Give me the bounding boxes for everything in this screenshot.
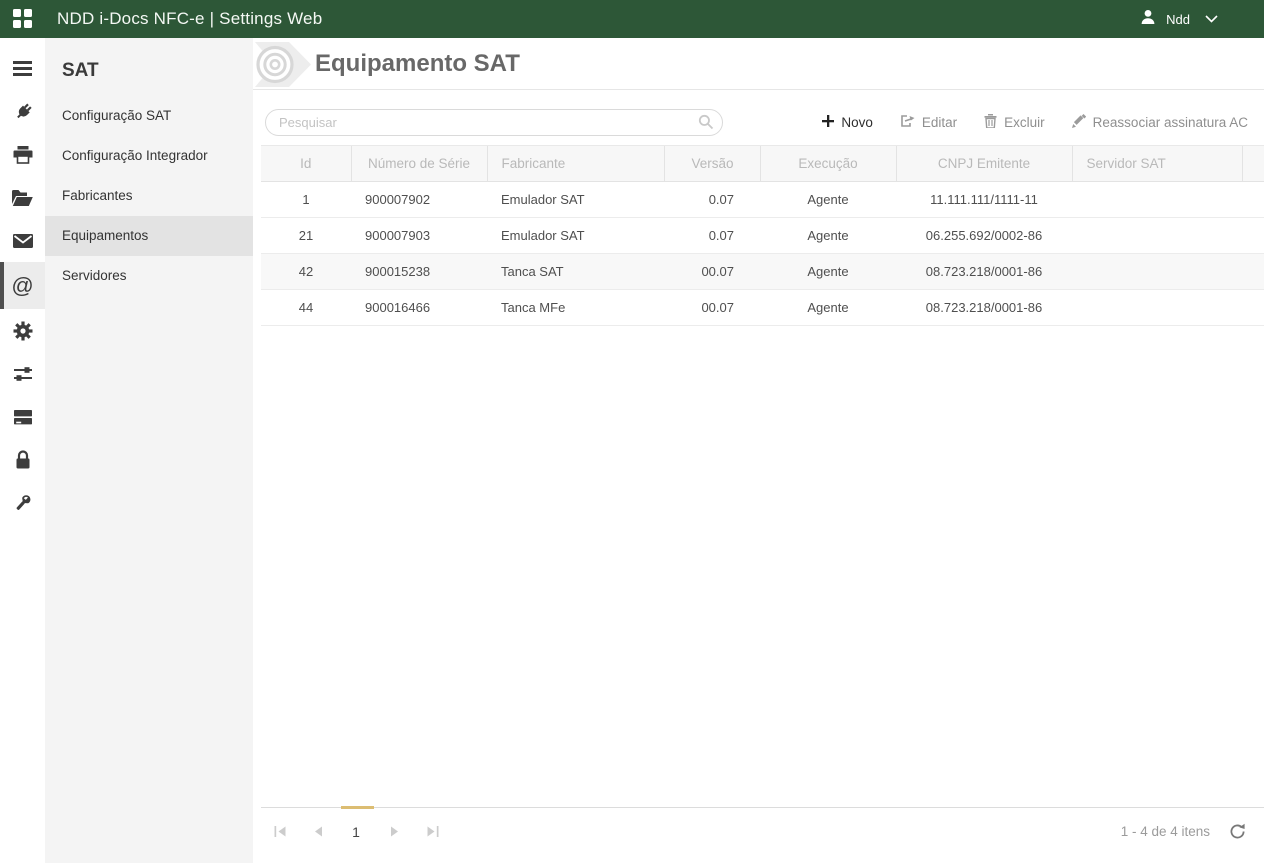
person-icon [1139, 8, 1157, 31]
current-page-indicator [341, 806, 374, 809]
sidebar-item-servidores[interactable]: Servidores [45, 256, 253, 296]
app-title: NDD i-Docs NFC-e | Settings Web [57, 9, 323, 28]
cell-numero-de-serie: 900016466 [351, 289, 487, 326]
cell-execucao: Agente [760, 217, 896, 254]
equipamentos-grid: Id Número de Série Fabricante Versão Execuçã… [261, 145, 1264, 326]
column-header-id[interactable]: Id [261, 145, 351, 182]
user-name: Ndd [1166, 11, 1190, 27]
gear-icon[interactable] [0, 309, 45, 352]
cell-servidor-sat [1072, 217, 1242, 254]
table-row[interactable]: 1 900007902 Emulador SAT 0.07 Agente 11.111.1… [261, 181, 1264, 218]
cell-numero-de-serie: 900007902 [351, 181, 487, 218]
page-header-target-icon [253, 39, 317, 95]
cell-cnpj-emitente: 08.723.218/0001-86 [896, 289, 1072, 326]
app-launcher-grid-icon[interactable] [13, 9, 33, 29]
grid-empty-area [253, 326, 1264, 807]
cell-id: 1 [261, 181, 351, 218]
cell-cnpj-emitente: 06.255.692/0002-86 [896, 217, 1072, 254]
next-page-icon[interactable] [375, 817, 413, 847]
cell-id: 21 [261, 217, 351, 254]
cell-versao: 0.07 [664, 181, 760, 218]
pager: 1 1 - 4 de 4 itens [261, 806, 1264, 855]
page-1-button[interactable]: 1 [337, 817, 375, 847]
cell-fabricante: Tanca SAT [487, 253, 664, 290]
search-box [265, 109, 723, 136]
sliders-icon[interactable] [0, 352, 45, 395]
cell-numero-de-serie: 900015238 [351, 253, 487, 290]
plus-icon [822, 115, 835, 130]
column-header-cnpj-emitente[interactable]: CNPJ Emitente [895, 145, 1072, 182]
lock-icon[interactable] [0, 438, 45, 481]
sidebar-item-configuracao-sat[interactable]: Configuração SAT [45, 96, 253, 136]
cell-versao: 00.07 [664, 253, 760, 290]
table-row[interactable]: 44 900016466 Tanca MFe 00.07 Agente 08.723.21… [261, 289, 1264, 326]
cell-cnpj-emitente: 08.723.218/0001-86 [896, 253, 1072, 290]
prev-page-icon[interactable] [299, 817, 337, 847]
cell-execucao: Agente [760, 181, 896, 218]
cell-execucao: Agente [760, 289, 896, 326]
wrench-icon[interactable] [0, 481, 45, 524]
pager-status: 1 - 4 de 4 itens [1120, 824, 1210, 839]
editar-button[interactable]: Editar [900, 114, 957, 131]
sidebar-title: SAT [62, 60, 99, 81]
cell-fabricante: Emulador SAT [487, 217, 664, 254]
sidebar-item-fabricantes[interactable]: Fabricantes [45, 176, 253, 216]
plug-icon[interactable] [0, 90, 45, 133]
cell-filler [1242, 253, 1264, 290]
column-header-servidor-sat[interactable]: Servidor SAT [1071, 145, 1242, 182]
icon-rail: @ [0, 38, 45, 863]
table-header-row: Id Número de Série Fabricante Versão Execuçã… [261, 145, 1264, 182]
user-menu[interactable]: Ndd [1139, 8, 1264, 31]
sat-sidebar: SAT Configuração SAT Configuração Integr… [45, 38, 253, 863]
column-header-filler [1241, 145, 1264, 182]
page-title: Equipamento SAT [315, 49, 520, 77]
cell-filler [1242, 217, 1264, 254]
trash-icon [984, 114, 997, 131]
pencil-icon [1071, 114, 1086, 131]
cell-id: 44 [261, 289, 351, 326]
column-header-fabricante[interactable]: Fabricante [486, 145, 664, 182]
cell-filler [1242, 181, 1264, 218]
cell-id: 42 [261, 253, 351, 290]
envelope-icon[interactable] [0, 219, 45, 262]
at-sign-icon[interactable]: @ [0, 262, 45, 309]
column-header-versao[interactable]: Versão [663, 145, 760, 182]
search-icon [698, 114, 714, 135]
last-page-icon[interactable] [413, 817, 451, 847]
cell-servidor-sat [1072, 289, 1242, 326]
cell-fabricante: Tanca MFe [487, 289, 664, 326]
sidebar-item-equipamentos[interactable]: Equipamentos [45, 216, 253, 256]
main-content: Equipamento SAT Novo Editar [253, 38, 1264, 863]
edit-arrow-box-icon [900, 114, 915, 131]
server-icon[interactable] [0, 395, 45, 438]
toolbar: Novo Editar Excluir Reassociar assinatur… [253, 90, 1264, 145]
cell-fabricante: Emulador SAT [487, 181, 664, 218]
novo-button[interactable]: Novo [822, 115, 873, 130]
refresh-icon[interactable] [1229, 823, 1246, 840]
column-header-execucao[interactable]: Execução [759, 145, 896, 182]
chevron-down-icon [1205, 10, 1218, 28]
cell-numero-de-serie: 900007903 [351, 217, 487, 254]
cell-servidor-sat [1072, 181, 1242, 218]
search-input[interactable] [265, 109, 723, 136]
sidebar-item-configuracao-integrador[interactable]: Configuração Integrador [45, 136, 253, 176]
cell-execucao: Agente [760, 253, 896, 290]
hamburger-menu-icon[interactable] [0, 47, 45, 90]
printer-icon[interactable] [0, 133, 45, 176]
column-header-numero-de-serie[interactable]: Número de Série [350, 145, 487, 182]
toolbar-actions: Novo Editar Excluir Reassociar assinatur… [822, 114, 1254, 131]
folder-open-icon[interactable] [0, 176, 45, 219]
reassociar-assinatura-button[interactable]: Reassociar assinatura AC [1071, 114, 1248, 131]
first-page-icon[interactable] [261, 817, 299, 847]
cell-cnpj-emitente: 11.111.111/1111-11 [896, 181, 1072, 218]
cell-versao: 00.07 [664, 289, 760, 326]
page-header: Equipamento SAT [253, 38, 1264, 90]
excluir-button[interactable]: Excluir [984, 114, 1045, 131]
table-row[interactable]: 42 900015238 Tanca SAT 00.07 Agente 08.723.21… [261, 253, 1264, 290]
cell-servidor-sat [1072, 253, 1242, 290]
cell-filler [1242, 289, 1264, 326]
cell-versao: 0.07 [664, 217, 760, 254]
table-row[interactable]: 21 900007903 Emulador SAT 0.07 Agente 06.255.… [261, 217, 1264, 254]
topbar: NDD i-Docs NFC-e | Settings Web Ndd [0, 0, 1264, 38]
